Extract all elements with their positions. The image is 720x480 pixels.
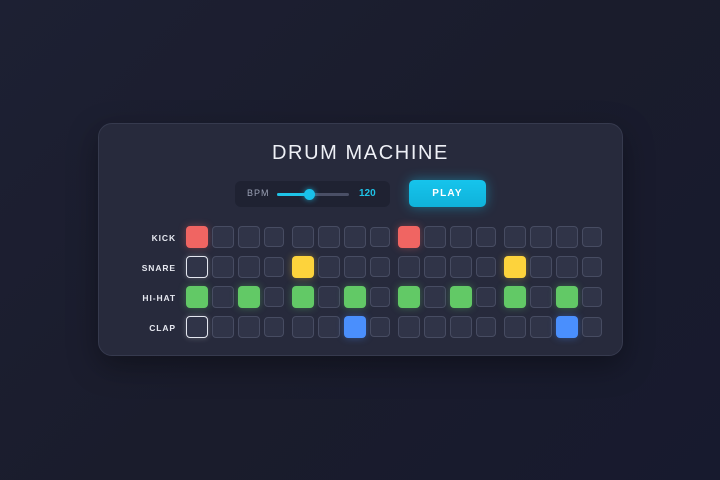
step-pad[interactable]	[398, 286, 420, 308]
step-pad[interactable]	[582, 287, 602, 307]
step-pad[interactable]	[264, 227, 284, 247]
step-pad[interactable]	[582, 257, 602, 277]
step-pad[interactable]	[450, 286, 472, 308]
step-pad[interactable]	[582, 227, 602, 247]
drum-machine-panel: DRUM MACHINE BPM 120 PLAY KICK SNARE HI-HA…	[98, 123, 623, 356]
track-steps	[186, 226, 606, 250]
step-pad[interactable]	[212, 256, 234, 278]
step-pad[interactable]	[424, 256, 446, 278]
step-pad[interactable]	[238, 226, 260, 248]
play-button[interactable]: PLAY	[409, 180, 486, 207]
step-pad[interactable]	[212, 286, 234, 308]
step-pad[interactable]	[530, 256, 552, 278]
step-pad[interactable]	[398, 226, 420, 248]
step-pad[interactable]	[556, 286, 578, 308]
step-pad[interactable]	[370, 257, 390, 277]
step-pad[interactable]	[424, 226, 446, 248]
step-pad[interactable]	[264, 257, 284, 277]
step-pad[interactable]	[238, 286, 260, 308]
step-pad[interactable]	[186, 226, 208, 248]
bpm-label: BPM	[247, 188, 270, 198]
step-pad[interactable]	[476, 317, 496, 337]
step-pad[interactable]	[370, 287, 390, 307]
step-pad[interactable]	[344, 226, 366, 248]
step-pad[interactable]	[450, 316, 472, 338]
step-pad[interactable]	[504, 226, 526, 248]
step-pad[interactable]	[186, 286, 208, 308]
track-label: KICK	[151, 233, 176, 243]
step-pad[interactable]	[582, 317, 602, 337]
step-pad[interactable]	[318, 256, 340, 278]
track-steps	[186, 256, 606, 280]
step-pad[interactable]	[344, 316, 366, 338]
track-label: SNARE	[141, 263, 176, 273]
track-row-clap: CLAP	[99, 316, 622, 340]
page-title: DRUM MACHINE	[272, 142, 449, 164]
step-pad[interactable]	[476, 287, 496, 307]
step-pad[interactable]	[476, 257, 496, 277]
step-pad[interactable]	[504, 316, 526, 338]
step-pad[interactable]	[238, 316, 260, 338]
step-pad[interactable]	[556, 226, 578, 248]
step-pad[interactable]	[292, 256, 314, 278]
step-pad[interactable]	[530, 226, 552, 248]
step-pad[interactable]	[450, 226, 472, 248]
step-pad[interactable]	[504, 256, 526, 278]
step-pad[interactable]	[476, 227, 496, 247]
step-pad[interactable]	[556, 316, 578, 338]
track-label: CLAP	[149, 323, 176, 333]
step-pad[interactable]	[450, 256, 472, 278]
step-pad[interactable]	[344, 256, 366, 278]
step-pad[interactable]	[370, 317, 390, 337]
step-pad[interactable]	[344, 286, 366, 308]
step-pad[interactable]	[398, 316, 420, 338]
step-pad[interactable]	[530, 286, 552, 308]
step-pad[interactable]	[292, 316, 314, 338]
step-pad[interactable]	[398, 256, 420, 278]
step-pad[interactable]	[212, 226, 234, 248]
step-pad[interactable]	[370, 227, 390, 247]
step-pad[interactable]	[292, 286, 314, 308]
step-pad[interactable]	[530, 316, 552, 338]
step-pad[interactable]	[556, 256, 578, 278]
step-pad[interactable]	[424, 316, 446, 338]
step-pad[interactable]	[186, 316, 208, 338]
track-steps	[186, 286, 606, 310]
step-pad[interactable]	[318, 316, 340, 338]
step-pad[interactable]	[424, 286, 446, 308]
bpm-control: BPM 120	[235, 181, 390, 207]
bpm-slider[interactable]	[277, 189, 349, 200]
step-pad[interactable]	[212, 316, 234, 338]
step-pad[interactable]	[264, 317, 284, 337]
step-pad[interactable]	[292, 226, 314, 248]
track-steps	[186, 316, 606, 340]
step-pad[interactable]	[264, 287, 284, 307]
track-row-hi-hat: HI-HAT	[99, 286, 622, 310]
bpm-value: 120	[359, 188, 376, 199]
step-pad[interactable]	[318, 286, 340, 308]
bpm-slider-thumb[interactable]	[303, 189, 315, 200]
step-pad[interactable]	[504, 286, 526, 308]
track-row-kick: KICK	[99, 226, 622, 250]
step-pad[interactable]	[238, 256, 260, 278]
track-row-snare: SNARE	[99, 256, 622, 280]
step-pad[interactable]	[318, 226, 340, 248]
step-pad[interactable]	[186, 256, 208, 278]
track-label: HI-HAT	[142, 293, 176, 303]
